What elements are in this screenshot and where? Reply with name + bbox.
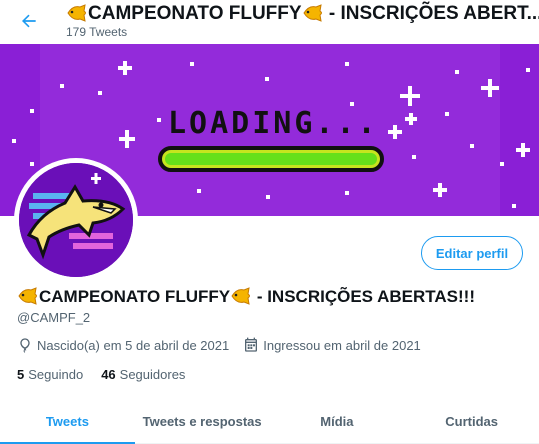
avatar-image xyxy=(19,163,133,277)
followers-label: Seguidores xyxy=(119,367,186,382)
tweet-count: 179 Tweets xyxy=(66,25,128,39)
back-button[interactable] xyxy=(14,6,44,36)
arrow-left-icon xyxy=(22,14,36,28)
shark-logo-icon xyxy=(19,163,133,277)
birth-date-text: Nascido(a) em 5 de abril de 2021 xyxy=(37,337,230,353)
balloon-icon xyxy=(20,338,30,353)
profile-name-text: CAMPEONATO FLUFFY xyxy=(39,287,231,306)
page-title-text: CAMPEONATO FLUFFY xyxy=(88,3,302,24)
loading-bar xyxy=(158,146,384,172)
profile-meta: Nascido(a) em 5 de abril de 2021 Ingress… xyxy=(17,337,435,353)
page-title-suffix: - INSCRIÇÕES ABERT... xyxy=(323,3,539,24)
fish-emoji-icon xyxy=(231,287,251,305)
loading-bar-fill xyxy=(165,153,377,165)
following-label: Seguindo xyxy=(28,367,84,382)
page-title: CAMPEONATO FLUFFY - INSCRIÇÕES ABERT... xyxy=(66,3,539,25)
edit-profile-button[interactable]: Editar perfil xyxy=(421,236,523,270)
tab-media[interactable]: Mídia xyxy=(270,399,405,443)
followers-count: 46 xyxy=(101,367,116,382)
loading-text: LOADING... xyxy=(168,106,379,141)
follow-stats: 5 Seguindo 46 Seguidores xyxy=(17,367,203,382)
profile-tabs: Tweets Tweets e respostas Mídia Curtidas xyxy=(0,399,539,444)
following-link[interactable]: 5 Seguindo xyxy=(17,367,83,382)
fish-emoji-icon xyxy=(302,4,322,22)
top-bar: CAMPEONATO FLUFFY - INSCRIÇÕES ABERT... … xyxy=(0,0,539,44)
tab-tweets[interactable]: Tweets xyxy=(0,399,135,444)
following-count: 5 xyxy=(17,367,25,382)
avatar[interactable] xyxy=(14,158,138,282)
followers-link[interactable]: 46 Seguidores xyxy=(101,367,185,382)
fish-emoji-icon xyxy=(18,287,37,305)
profile-name-suffix: - INSCRIÇÕES ABERTAS!!! xyxy=(252,287,475,306)
tab-tweets-and-replies[interactable]: Tweets e respostas xyxy=(135,399,270,443)
join-date-text: Ingressou em abril de 2021 xyxy=(263,337,421,353)
profile-name: CAMPEONATO FLUFFY - INSCRIÇÕES ABERTAS!!… xyxy=(17,287,475,307)
birth-date: Nascido(a) em 5 de abril de 2021 xyxy=(17,337,229,353)
join-date: Ingressou em abril de 2021 xyxy=(243,337,421,353)
tab-likes[interactable]: Curtidas xyxy=(404,399,539,443)
fish-emoji-icon xyxy=(67,4,86,22)
profile-handle: @CAMPF_2 xyxy=(17,310,91,325)
calendar-icon xyxy=(245,337,258,352)
